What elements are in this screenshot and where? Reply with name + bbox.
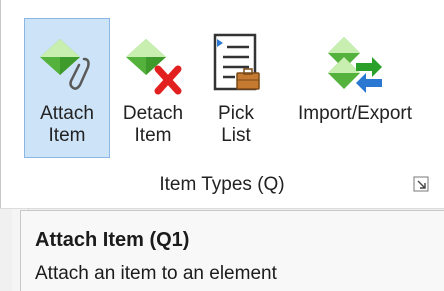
attach-item-label: Attach Item <box>40 103 94 146</box>
detach-item-icon <box>126 39 182 95</box>
group-title: Item Types (Q) <box>159 174 285 195</box>
import-export-button[interactable]: Import/Export <box>276 18 434 158</box>
tooltip-title: Attach Item (Q1) <box>35 229 190 251</box>
app-window: Attach Item Detach Item Pick List Import… <box>0 0 444 291</box>
dialog-launcher-icon[interactable] <box>413 176 429 192</box>
attach-item-icon <box>40 39 90 90</box>
pick-list-button[interactable]: Pick List <box>196 18 276 158</box>
detach-item-label: Detach Item <box>122 103 184 146</box>
attach-item-button[interactable]: Attach Item <box>24 18 110 158</box>
tooltip-description: Attach an item to an element <box>35 263 277 284</box>
pick-list-label: Pick List <box>218 103 254 146</box>
detach-item-button[interactable]: Detach Item <box>110 18 196 158</box>
tooltip: Attach Item (Q1) Attach an item to an el… <box>20 210 444 291</box>
import-export-icon <box>328 37 382 93</box>
pick-list-icon <box>213 33 260 91</box>
import-export-label: Import/Export <box>297 103 413 124</box>
ribbon-group-item-types: Attach Item Detach Item Pick List Import… <box>0 0 444 210</box>
